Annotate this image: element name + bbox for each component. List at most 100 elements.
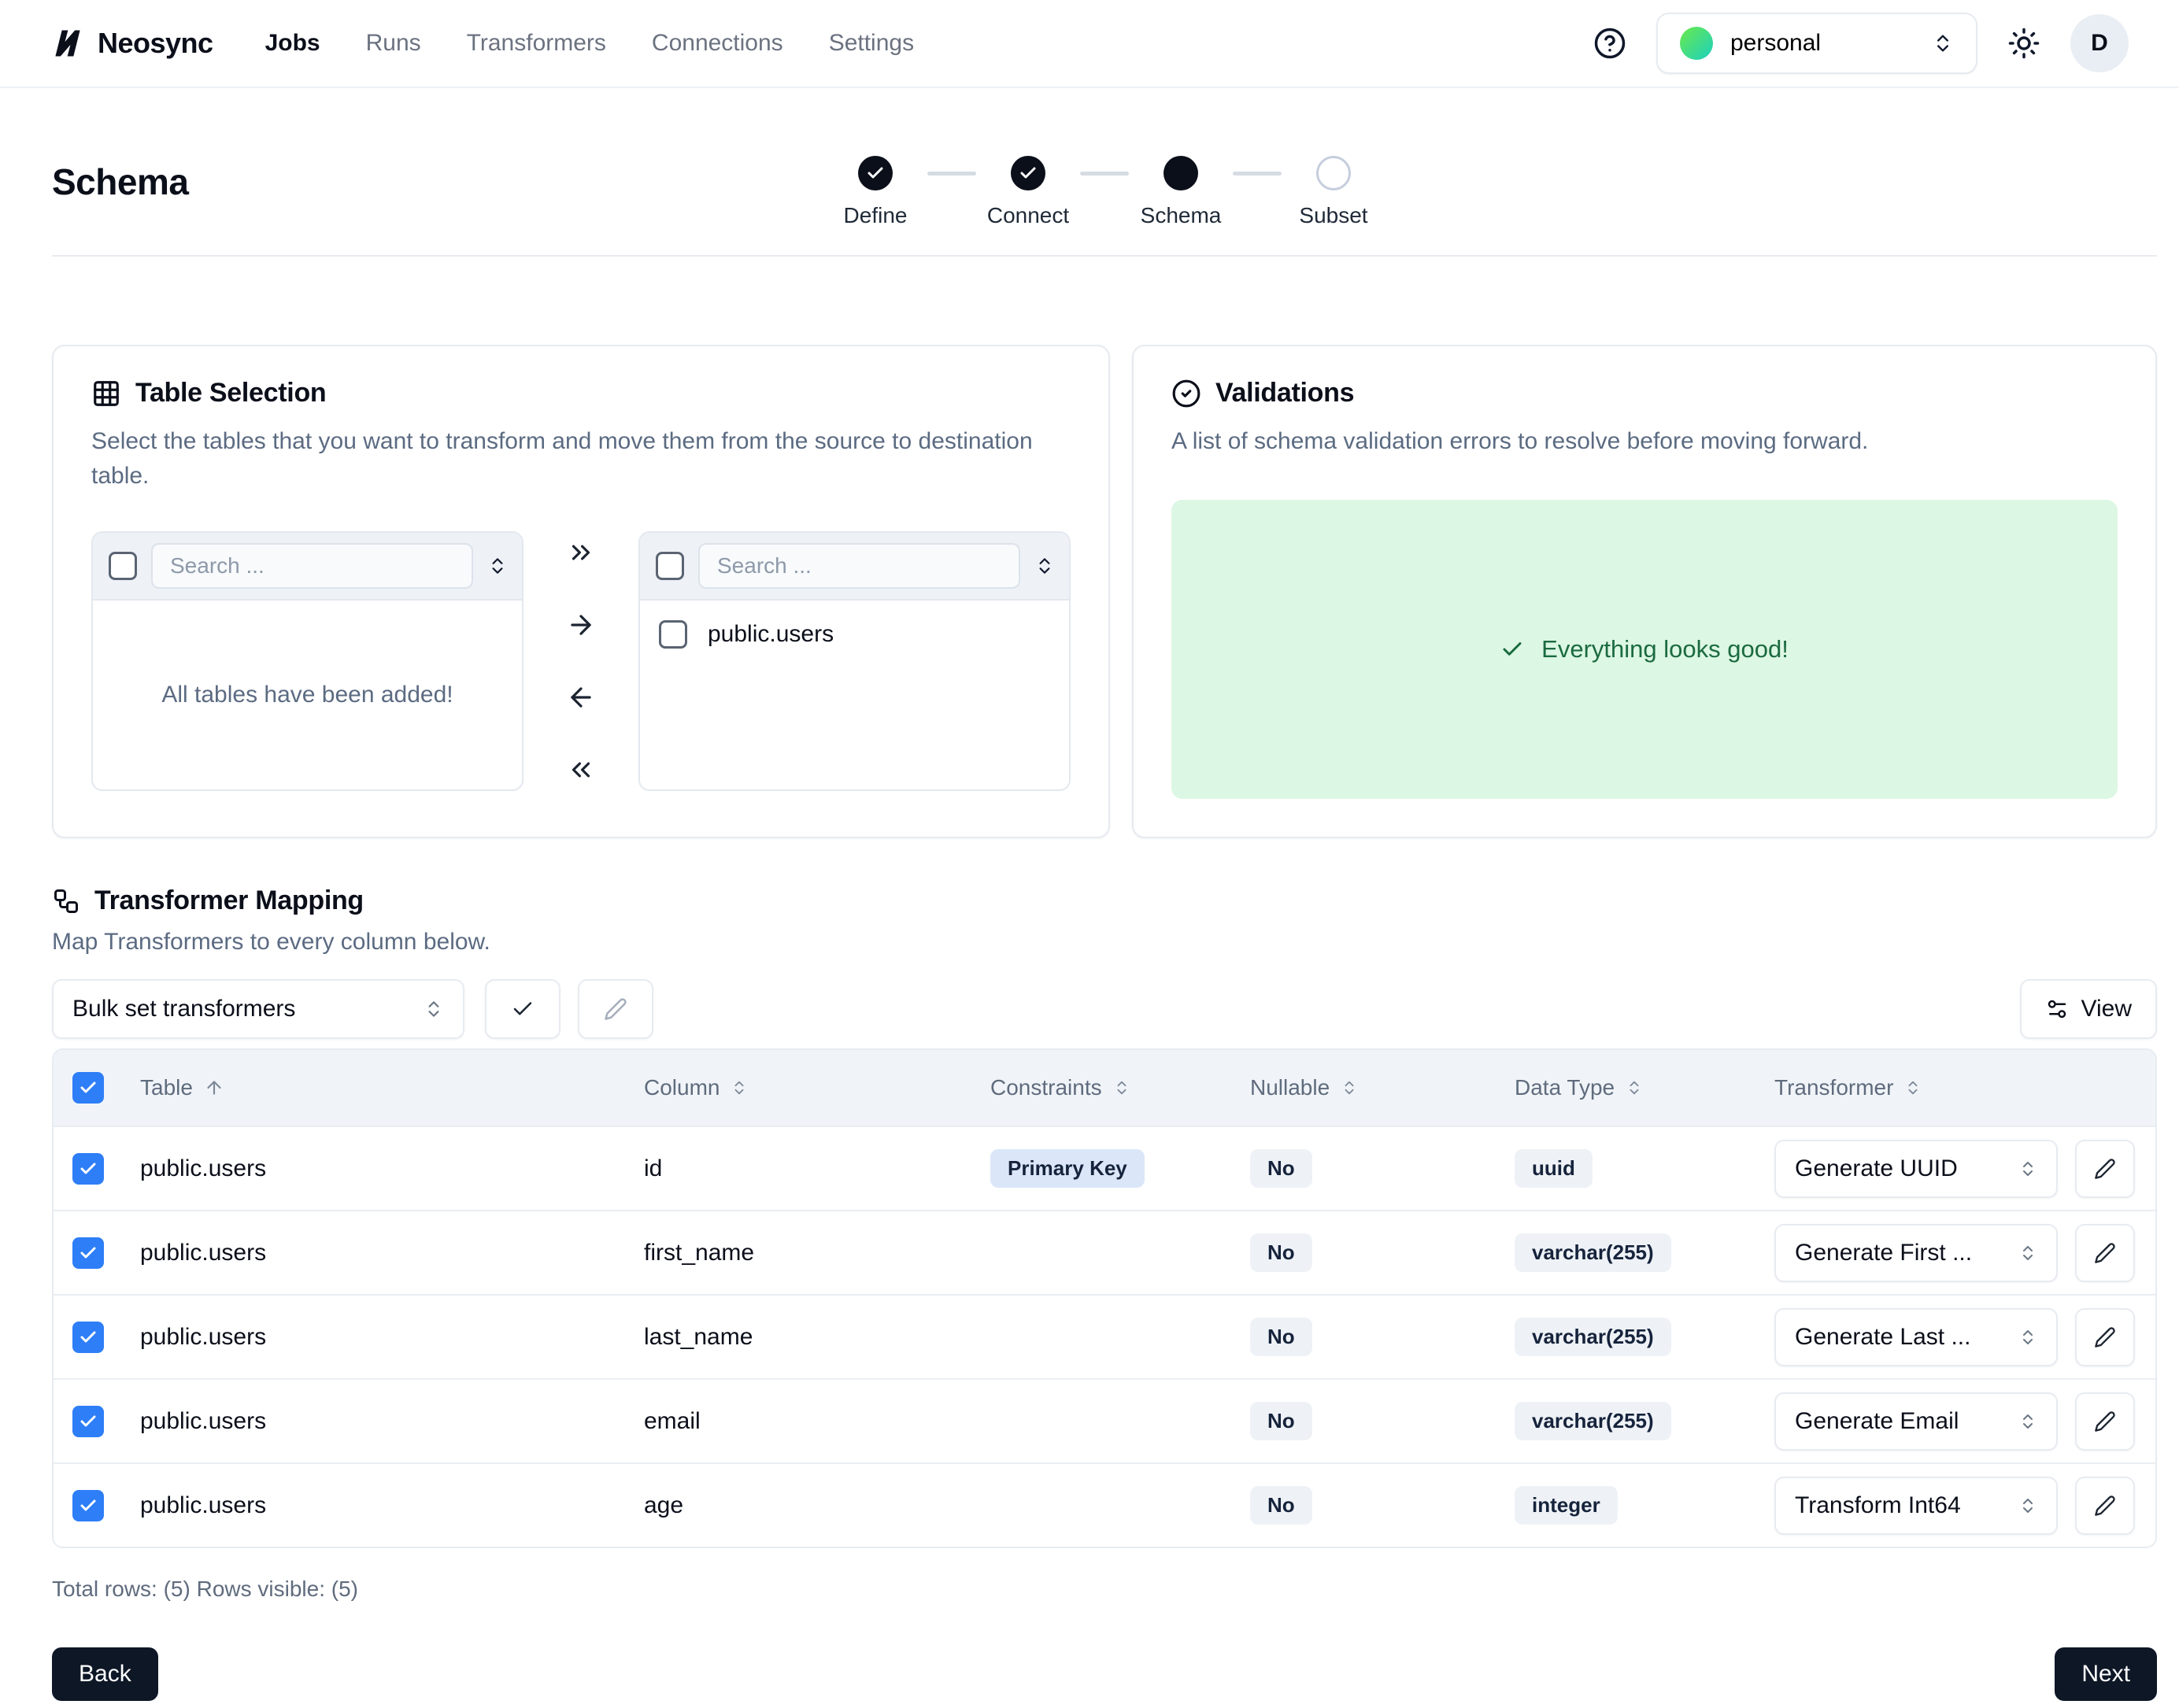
sort-chevrons-icon[interactable]	[1034, 556, 1055, 576]
bulk-set-transformers-select[interactable]: Bulk set transformers	[52, 979, 464, 1039]
step-complete-icon	[858, 156, 893, 190]
edit-transformer-button[interactable]	[2075, 1224, 2135, 1282]
chevrons-up-down-icon	[731, 1079, 748, 1096]
wizard-stepper: Define Connect Schema Subset	[823, 156, 1385, 228]
neosync-logo-icon	[50, 26, 85, 61]
row-checkbox[interactable]	[72, 1490, 104, 1521]
table-item-checkbox[interactable]	[659, 620, 687, 649]
table-header-row: Table Column Constraints Nullable	[54, 1050, 2155, 1126]
source-search-input[interactable]	[151, 543, 473, 589]
row-checkbox[interactable]	[72, 1406, 104, 1437]
nullable-badge: No	[1250, 1233, 1312, 1272]
circle-check-icon	[1171, 379, 1201, 409]
select-all-rows-checkbox[interactable]	[72, 1072, 104, 1104]
card-description: Select the tables that you want to trans…	[91, 424, 1071, 494]
move-left-button[interactable]	[566, 681, 596, 714]
nullable-badge: No	[1250, 1486, 1312, 1525]
select-all-destination-checkbox[interactable]	[656, 552, 684, 580]
table-selection-card: Table Selection Select the tables that y…	[52, 345, 1110, 838]
navbar-right: personal D	[1593, 13, 2129, 74]
nav-item-runs[interactable]: Runs	[366, 30, 421, 57]
step-define: Define	[823, 156, 927, 228]
table-footer-note: Total rows: (5) Rows visible: (5)	[52, 1577, 2157, 1602]
check-icon	[1500, 638, 1524, 661]
destination-table-item[interactable]: public.users	[640, 601, 1069, 668]
column-header-column[interactable]: Column	[644, 1075, 990, 1100]
edit-transformer-button[interactable]	[2075, 1392, 2135, 1451]
nav-item-jobs[interactable]: Jobs	[265, 30, 320, 57]
column-header-nullable[interactable]: Nullable	[1250, 1075, 1515, 1100]
nav-item-connections[interactable]: Connections	[652, 30, 783, 57]
edit-bulk-button[interactable]	[578, 979, 653, 1039]
column-header-data-type[interactable]: Data Type	[1515, 1075, 1774, 1100]
step-subset: Subset	[1282, 156, 1385, 228]
main-nav: Jobs Runs Transformers Connections Setti…	[265, 30, 915, 57]
destination-tables-panel: public.users	[638, 531, 1071, 791]
nullable-badge: No	[1250, 1402, 1312, 1440]
table-row: public.users age No integer Transform In…	[54, 1462, 2155, 1547]
column-header-constraints[interactable]: Constraints	[990, 1075, 1250, 1100]
nullable-badge: No	[1250, 1149, 1312, 1188]
data-type-badge: integer	[1515, 1486, 1618, 1525]
brand[interactable]: Neosync	[50, 26, 213, 61]
chevrons-up-down-icon	[1904, 1079, 1922, 1096]
step-schema: Schema	[1129, 156, 1233, 228]
sort-chevrons-icon[interactable]	[487, 556, 508, 576]
column-header-transformer[interactable]: Transformer	[1774, 1075, 2075, 1100]
row-checkbox[interactable]	[72, 1322, 104, 1353]
move-right-button[interactable]	[566, 608, 596, 641]
next-button[interactable]: Next	[2055, 1647, 2157, 1701]
edit-transformer-button[interactable]	[2075, 1477, 2135, 1535]
source-tables-panel: All tables have been added!	[91, 531, 523, 791]
table-item-label: public.users	[708, 621, 834, 648]
cell-column-name: id	[644, 1155, 990, 1182]
transformer-select[interactable]: Generate UUID	[1774, 1140, 2058, 1198]
section-description: Map Transformers to every column below.	[52, 929, 2157, 956]
select-all-source-checkbox[interactable]	[109, 552, 137, 580]
move-all-left-button[interactable]	[566, 753, 596, 786]
edit-transformer-button[interactable]	[2075, 1308, 2135, 1366]
theme-toggle-sun-icon[interactable]	[2007, 27, 2040, 60]
cell-table-name: public.users	[140, 1324, 644, 1351]
chevrons-up-down-icon	[1113, 1079, 1130, 1096]
column-header-table[interactable]: Table	[140, 1075, 644, 1100]
help-icon[interactable]	[1593, 27, 1626, 60]
back-button[interactable]: Back	[52, 1647, 158, 1701]
nullable-badge: No	[1250, 1318, 1312, 1356]
cell-column-name: email	[644, 1408, 990, 1435]
data-type-badge: varchar(255)	[1515, 1233, 1671, 1272]
table-row: public.users last_name No varchar(255) G…	[54, 1294, 2155, 1378]
step-current-icon	[1163, 156, 1198, 190]
cell-column-name: age	[644, 1492, 990, 1519]
nav-item-settings[interactable]: Settings	[829, 30, 914, 57]
table-row: public.users id Primary Key No uuid Gene…	[54, 1126, 2155, 1210]
transformer-select[interactable]: Transform Int64	[1774, 1477, 2058, 1535]
user-avatar[interactable]: D	[2070, 14, 2129, 72]
view-options-button[interactable]: View	[2020, 979, 2157, 1039]
arrow-up-icon	[204, 1078, 224, 1098]
step-connector	[1233, 172, 1282, 176]
table-row: public.users first_name No varchar(255) …	[54, 1210, 2155, 1294]
move-all-right-button[interactable]	[566, 536, 596, 569]
org-selector[interactable]: personal	[1656, 13, 1977, 74]
transformer-select[interactable]: Generate Email	[1774, 1392, 2058, 1451]
cell-table-name: public.users	[140, 1408, 644, 1435]
card-description: A list of schema validation errors to re…	[1171, 424, 2118, 459]
chevrons-up-down-icon	[424, 999, 444, 1019]
section-title: Transformer Mapping	[94, 885, 364, 916]
nav-item-transformers[interactable]: Transformers	[467, 30, 606, 57]
row-checkbox[interactable]	[72, 1153, 104, 1185]
edit-transformer-button[interactable]	[2075, 1140, 2135, 1198]
step-connect: Connect	[976, 156, 1080, 228]
apply-bulk-button[interactable]	[485, 979, 560, 1039]
workflow-icon	[52, 887, 80, 915]
row-checkbox[interactable]	[72, 1237, 104, 1269]
transformer-select[interactable]: Generate First ...	[1774, 1224, 2058, 1282]
card-title: Table Selection	[135, 378, 326, 409]
chevrons-up-down-icon	[2018, 1159, 2037, 1178]
step-upcoming-icon	[1316, 156, 1351, 190]
transformer-select[interactable]: Generate Last ...	[1774, 1308, 2058, 1366]
chevrons-up-down-icon	[2018, 1244, 2037, 1263]
destination-search-input[interactable]	[698, 543, 1020, 589]
cell-table-name: public.users	[140, 1240, 644, 1266]
